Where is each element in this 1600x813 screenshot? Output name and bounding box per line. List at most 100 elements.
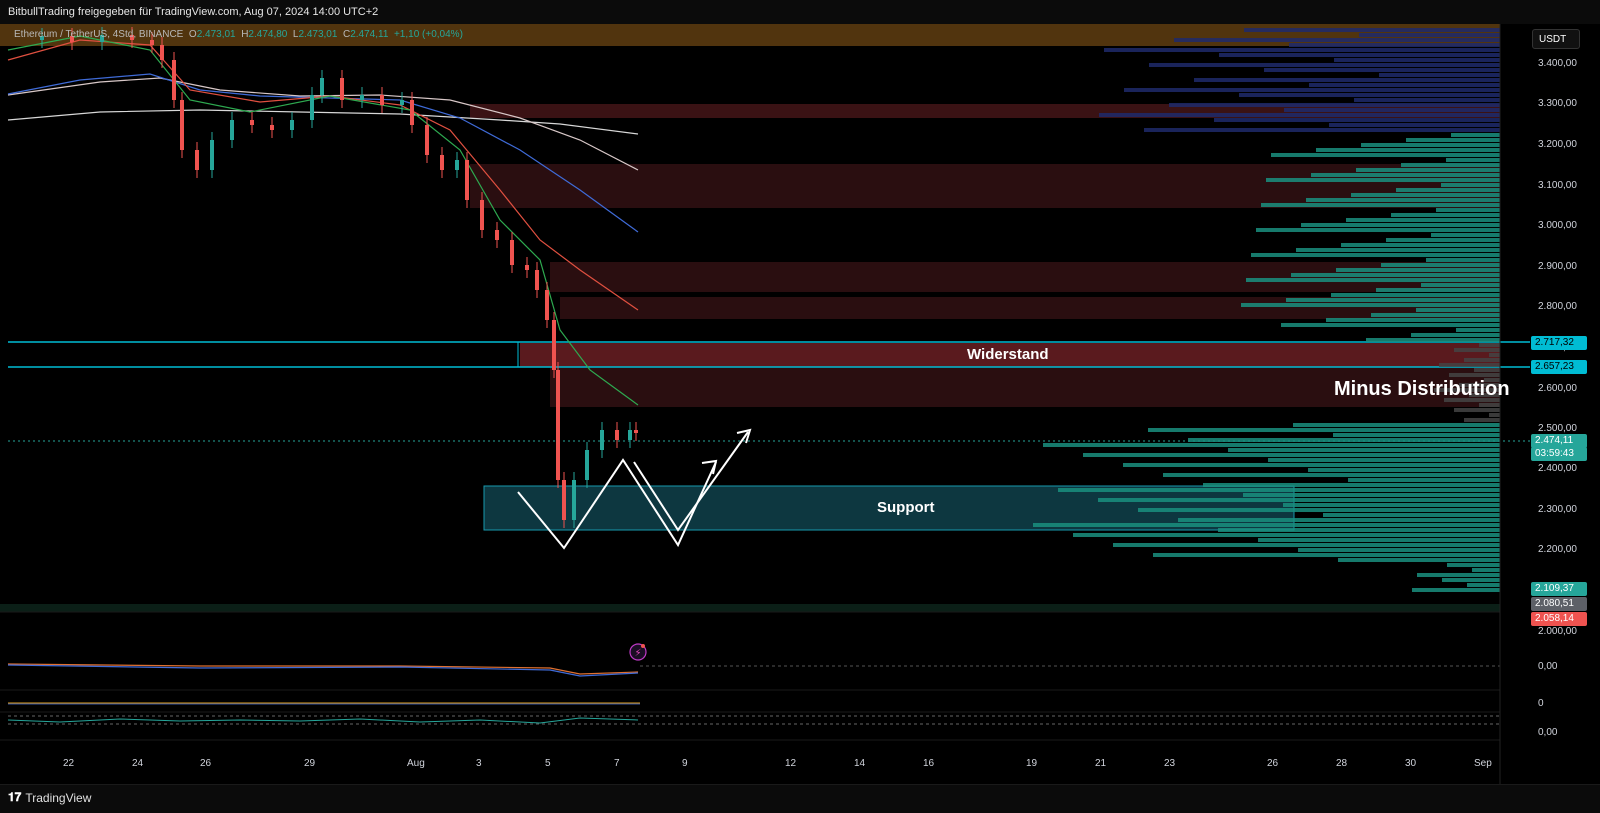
- indicator-axis-pane3: 0,00: [1538, 727, 1558, 738]
- volume-profile-bar: [1246, 278, 1500, 282]
- volume-profile-bar: [1271, 153, 1500, 157]
- volume-profile-bar: [1379, 73, 1500, 77]
- volume-profile-bar: [1264, 68, 1500, 72]
- volume-profile-bar: [1308, 468, 1500, 472]
- volume-profile-bar: [1083, 453, 1500, 457]
- volume-profile-bar: [1449, 373, 1500, 377]
- candle-body: [230, 120, 234, 140]
- candle-body: [615, 430, 619, 440]
- c-value: 2.474,11: [350, 29, 389, 40]
- volume-profile-bar: [1283, 503, 1500, 507]
- time-axis-label: Aug: [407, 758, 425, 769]
- price-axis-label: 2.300,00: [1538, 504, 1577, 515]
- volume-profile-bar: [1442, 578, 1500, 582]
- volume-profile-bar: [1123, 463, 1500, 467]
- volume-profile-bar: [1298, 548, 1500, 552]
- candle-body: [525, 265, 529, 270]
- volume-profile-bar: [1243, 493, 1500, 497]
- price-tag-resistance-bottom: 2.657,23: [1531, 360, 1587, 374]
- time-axis-label: 19: [1026, 758, 1038, 769]
- volume-profile-bar: [1169, 103, 1500, 107]
- price-tag-level-red: 2.058,14: [1531, 612, 1587, 626]
- volume-profile-bar: [1174, 38, 1500, 42]
- volume-profile-bar: [1323, 513, 1500, 517]
- volume-profile-bar: [1333, 433, 1500, 437]
- candle-body: [340, 78, 344, 100]
- candle-body: [440, 155, 444, 170]
- candle-body: [360, 95, 364, 100]
- candle-body: [480, 200, 484, 230]
- volume-profile-bar: [1467, 583, 1500, 587]
- volume-profile-bar: [1311, 173, 1500, 177]
- candle-body: [250, 120, 254, 125]
- candle-body: [600, 430, 604, 450]
- volume-profile-bar: [1351, 193, 1500, 197]
- time-axis-label: 22: [63, 758, 75, 769]
- volume-profile-bar: [1148, 428, 1500, 432]
- time-axis-label: 24: [132, 758, 144, 769]
- time-axis-label: 9: [682, 758, 688, 769]
- volume-profile-bar: [1284, 108, 1500, 112]
- footer-bar: [0, 784, 1600, 813]
- candle-body: [160, 45, 164, 60]
- price-tag-level-teal: 2.109,37: [1531, 582, 1587, 596]
- price-axis-label: 3.000,00: [1538, 220, 1577, 231]
- chart-canvas[interactable]: ⚡: [0, 0, 1600, 812]
- volume-profile-bar: [1099, 113, 1500, 117]
- candle-body: [556, 370, 560, 480]
- price-tag-current: 2.474,11: [1531, 434, 1587, 448]
- volume-profile-bar: [1338, 558, 1500, 562]
- volume-profile-bar: [1058, 488, 1500, 492]
- volume-profile-bar: [1464, 358, 1500, 362]
- volume-profile-bar: [1474, 368, 1500, 372]
- symbol-legend[interactable]: Ethereum / TetherUS, 4Std, BINANCE O2.47…: [14, 29, 463, 40]
- volume-profile-bar: [1366, 338, 1500, 342]
- candle-body: [270, 125, 274, 130]
- time-axis[interactable]: 22 24 26 29 Aug 3 5 7 9 12 14 16 19 21 23 26 28 30 Sep: [0, 758, 1530, 778]
- price-axis-label: 2.000,00: [1538, 626, 1577, 637]
- volume-profile-bar: [1214, 118, 1500, 122]
- volume-profile-bar: [1241, 303, 1500, 307]
- price-axis-label: 3.100,00: [1538, 180, 1577, 191]
- volume-profile-bar: [1326, 318, 1500, 322]
- candle-body: [585, 450, 589, 480]
- volume-profile-bar: [1144, 128, 1500, 132]
- volume-profile-bar: [1309, 83, 1500, 87]
- volume-profile-bar: [1431, 233, 1500, 237]
- volume-profile-bar: [1371, 313, 1500, 317]
- tradingview-logo[interactable]: 𝟏𝟕 TradingView: [8, 790, 91, 805]
- candle-body: [290, 120, 294, 130]
- indicator-axis-pane1: 0,00: [1538, 661, 1558, 672]
- candle-body: [320, 78, 324, 95]
- volume-profile-bar: [1218, 528, 1500, 532]
- o-value: 2.473,01: [196, 29, 236, 40]
- time-axis-label: 26: [200, 758, 212, 769]
- volume-profile-bar: [1359, 33, 1500, 37]
- volume-profile-bar: [1416, 308, 1500, 312]
- volume-profile-bar: [1464, 418, 1500, 422]
- volume-profile-bar: [1386, 238, 1500, 242]
- time-axis-label: Sep: [1474, 758, 1492, 769]
- volume-profile-bar: [1381, 263, 1500, 267]
- volume-profile-bar: [1412, 588, 1500, 592]
- time-axis-label: 12: [785, 758, 797, 769]
- volume-profile-bar: [1219, 53, 1500, 57]
- time-axis-label: 29: [304, 758, 316, 769]
- volume-profile-bar: [1411, 333, 1500, 337]
- volume-profile-bar: [1406, 138, 1500, 142]
- volume-profile-bar: [1104, 48, 1500, 52]
- time-axis-label: 23: [1164, 758, 1176, 769]
- volume-profile-bar: [1401, 163, 1500, 167]
- volume-profile-bar: [1346, 218, 1500, 222]
- volume-profile-bar: [1266, 178, 1500, 182]
- candle-body: [410, 100, 414, 125]
- price-axis-label: 2.900,00: [1538, 261, 1577, 272]
- volume-profile-bar: [1361, 143, 1500, 147]
- volume-profile-bar: [1316, 148, 1500, 152]
- currency-button[interactable]: USDT: [1532, 29, 1580, 49]
- volume-profile-bar: [1291, 273, 1500, 277]
- candle-body: [310, 95, 314, 120]
- candle-body: [172, 60, 176, 100]
- volume-profile-bar: [1479, 343, 1500, 347]
- macd-line: [7, 664, 639, 677]
